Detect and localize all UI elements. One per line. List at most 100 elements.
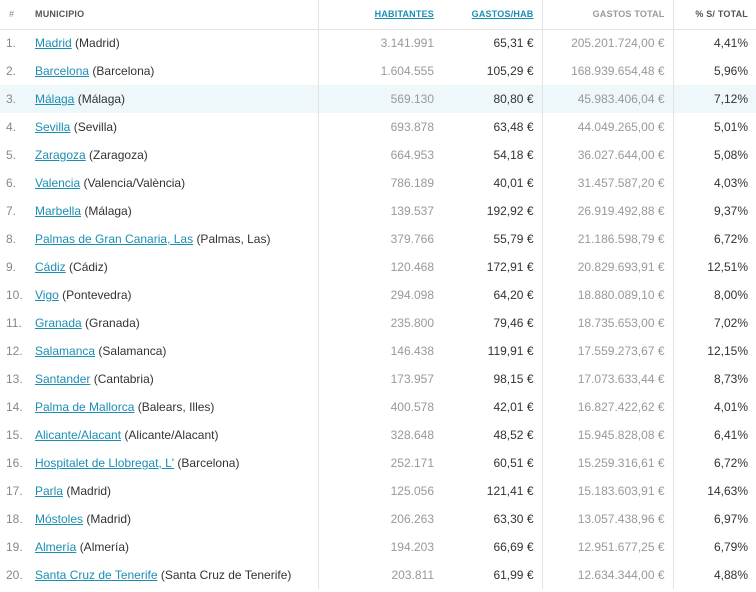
habitantes-cell: 125.056 [390,484,434,498]
municipio-link[interactable]: Hospitalet de Llobregat, L' [35,456,174,470]
gastos-hab-cell: 60,51 € [442,449,543,477]
municipio-cell: Hospitalet de Llobregat, L' (Barcelona) [28,449,319,477]
municipio-cell: Almería (Almería) [28,533,319,561]
habitantes-cell: 786.189 [390,176,434,190]
municipio-link[interactable]: Málaga [35,92,74,106]
municipio-link[interactable]: Barcelona [35,64,89,78]
gastos-total-cell: 17.073.633,44 € [542,365,674,393]
gastos-total-cell: 18.880.089,10 € [542,281,674,309]
rank-cell: 15. [6,428,23,442]
municipio-link[interactable]: Valencia [35,176,80,190]
municipio-cell: Zaragoza (Zaragoza) [28,141,319,169]
sort-gastos-hab-link[interactable]: GASTOS/HAB [472,9,534,19]
municipio-link[interactable]: Marbella [35,204,81,218]
rank-cell: 11. [6,316,22,330]
header-gastos-hab[interactable]: GASTOS/HAB [442,0,543,30]
table-row: 16. Hospitalet de Llobregat, L' (Barcelon… [0,449,756,477]
province-label: (Barcelona) [177,456,240,470]
habitantes-cell: 664.953 [390,148,434,162]
pct-total-cell: 14,63% [707,484,748,498]
header-rank: # [0,0,28,30]
habitantes-cell: 3.141.991 [380,36,434,51]
table-row: 15. Alicante/Alacant (Alicante/Alacant) 32… [0,421,756,449]
gastos-hab-cell: 65,31 € [442,29,543,57]
gastos-total-cell: 44.049.265,00 € [542,113,674,141]
pct-total-cell: 4,03% [713,176,748,190]
table-row: 6. Valencia (Valencia/València) 786.189 40,… [0,169,756,197]
gastos-hab-cell: 42,01 € [442,393,543,421]
municipio-link[interactable]: Salamanca [35,344,95,358]
pct-total-cell: 6,97% [713,512,748,526]
gastos-hab-cell: 98,15 € [442,365,543,393]
habitantes-cell: 693.878 [390,120,434,134]
province-label: (Sevilla) [73,120,118,134]
gastos-total-cell: 26.919.492,88 € [542,197,674,225]
pct-total-cell: 8,00% [713,288,748,302]
pct-total-cell: 12,15% [707,344,748,358]
gastos-hab-cell: 48,52 € [442,421,543,449]
rank-cell: 13. [6,372,23,386]
pct-total-cell: 6,41% [713,428,748,442]
habitantes-cell: 252.171 [390,456,434,470]
province-label: (Palmas, Las) [196,232,271,246]
province-label: (Madrid) [75,36,120,51]
municipio-link[interactable]: Parla [35,484,63,498]
gastos-hab-cell: 63,48 € [442,113,543,141]
sort-habitantes-link[interactable]: HABITANTES [375,9,434,19]
gastos-total-cell: 17.559.273,67 € [542,337,674,365]
municipio-link[interactable]: Madrid [35,36,72,50]
municipio-link[interactable]: Santa Cruz de Tenerife [35,568,158,582]
province-label: (Barcelona) [92,64,155,78]
gastos-total-cell: 15.183.603,91 € [542,477,674,505]
pct-total-cell: 4,88% [713,568,748,582]
municipio-cell: Cádiz (Cádiz) [28,253,319,281]
rank-cell: 9. [6,260,17,274]
municipio-link[interactable]: Sevilla [35,120,70,134]
rank-cell: 20. [6,568,23,582]
habitantes-cell: 206.263 [390,512,434,526]
gastos-total-cell: 18.735.653,00 € [542,309,674,337]
municipio-link[interactable]: Zaragoza [35,148,86,162]
gastos-total-cell: 168.939.654,48 € [542,57,674,85]
municipio-link[interactable]: Cádiz [35,260,66,274]
pct-total-cell: 6,72% [713,232,748,246]
municipio-link[interactable]: Almería [35,540,76,554]
province-label: (Santa Cruz de Tenerife) [160,568,292,582]
municipio-link[interactable]: Santander [35,372,90,386]
rank-cell: 4. [6,120,17,134]
pct-total-cell: 6,79% [713,540,748,554]
table-row: 2. Barcelona (Barcelona) 1.604.555 105,29 €… [0,57,756,85]
pct-total-cell: 5,08% [713,148,748,162]
table-row: 5. Zaragoza (Zaragoza) 664.953 54,18 €36.02… [0,141,756,169]
pct-total-cell: 12,51% [707,260,748,274]
municipio-cell: Móstoles (Madrid) [28,505,319,533]
province-label: (Zaragoza) [89,148,148,162]
province-label: (Granada) [85,316,140,330]
habitantes-cell: 379.766 [390,232,434,246]
municipio-cell: Madrid (Madrid) [28,29,319,57]
municipio-link[interactable]: Alicante/Alacant [35,428,121,442]
municipio-link[interactable]: Palmas de Gran Canaria, Las [35,232,193,246]
province-label: (Valencia/València) [83,176,186,190]
header-habitantes[interactable]: HABITANTES [318,0,442,30]
rank-cell: 6. [6,176,17,190]
table-row: 8. Palmas de Gran Canaria, Las (Palmas, L… [0,225,756,253]
municipio-link[interactable]: Móstoles [35,512,83,526]
province-label: (Salamanca) [98,344,167,358]
municipio-link[interactable]: Granada [35,316,82,330]
municipio-cell: Alicante/Alacant (Alicante/Alacant) [28,421,319,449]
habitantes-cell: 139.537 [390,204,434,218]
pct-total-cell: 5,01% [713,120,748,134]
header-gastos-total: GASTOS TOTAL [542,0,674,30]
gastos-hab-cell: 55,79 € [442,225,543,253]
province-label: (Almería) [79,540,130,554]
gastos-hab-cell: 121,41 € [442,477,543,505]
table-row: 12. Salamanca (Salamanca) 146.438 119,91 €1… [0,337,756,365]
municipio-link[interactable]: Palma de Mallorca [35,400,134,414]
municipio-link[interactable]: Vigo [35,288,59,302]
gastos-hab-cell: 172,91 € [442,253,543,281]
table-row: 20. Santa Cruz de Tenerife (Santa Cruz de… [0,561,756,589]
municipio-cell: Sevilla (Sevilla) [28,113,319,141]
habitantes-cell: 194.203 [390,540,434,554]
gastos-hab-cell: 80,80 € [442,85,543,113]
